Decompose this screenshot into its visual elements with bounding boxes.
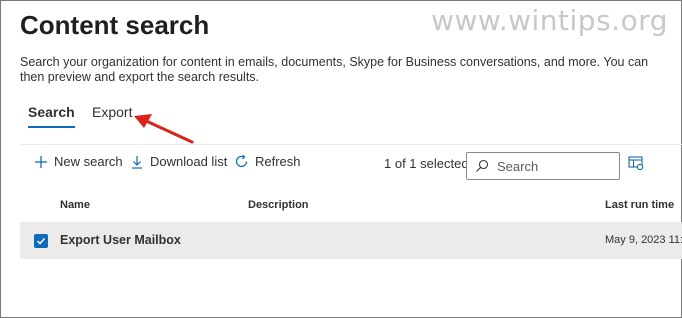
refresh-label: Refresh — [255, 154, 301, 169]
column-options-icon — [628, 156, 644, 171]
active-tab-indicator — [28, 126, 75, 128]
download-list-label: Download list — [150, 154, 228, 169]
table-header: Name Description Last run time — [20, 192, 682, 220]
toolbar: New search Download list Refresh 1 of 1 … — [20, 152, 682, 180]
row-last-run-time: May 9, 2023 11:1 — [605, 234, 682, 246]
column-header-name[interactable]: Name — [60, 199, 90, 211]
table-row[interactable]: Export User Mailbox May 9, 2023 11:1 — [20, 222, 682, 259]
plus-icon — [35, 155, 47, 168]
tab-export[interactable]: Export — [92, 104, 132, 120]
checkmark-icon — [36, 237, 46, 245]
divider — [20, 144, 682, 145]
search-icon — [476, 159, 489, 172]
column-options-button[interactable] — [628, 155, 644, 176]
download-list-button[interactable]: Download list — [130, 154, 227, 169]
tab-search-label: Search — [28, 104, 75, 120]
search-box[interactable] — [466, 152, 620, 180]
selected-count: 1 of 1 selected — [384, 156, 469, 171]
tab-export-label: Export — [92, 104, 133, 120]
page-description: Search your organization for content in … — [20, 55, 649, 84]
download-icon — [132, 155, 142, 169]
column-header-last-run-time[interactable]: Last run time — [605, 199, 674, 211]
refresh-button[interactable]: Refresh — [234, 154, 301, 169]
row-name[interactable]: Export User Mailbox — [60, 233, 181, 247]
row-checkbox[interactable] — [34, 234, 48, 248]
tab-search[interactable]: Search — [28, 104, 75, 128]
page-title: Content search — [20, 10, 210, 40]
column-header-description[interactable]: Description — [248, 199, 309, 211]
watermark: www.wintips.org — [431, 4, 668, 37]
search-input[interactable] — [497, 158, 607, 174]
refresh-icon — [235, 154, 248, 168]
new-search-label: New search — [54, 154, 123, 169]
new-search-button[interactable]: New search — [34, 154, 123, 169]
